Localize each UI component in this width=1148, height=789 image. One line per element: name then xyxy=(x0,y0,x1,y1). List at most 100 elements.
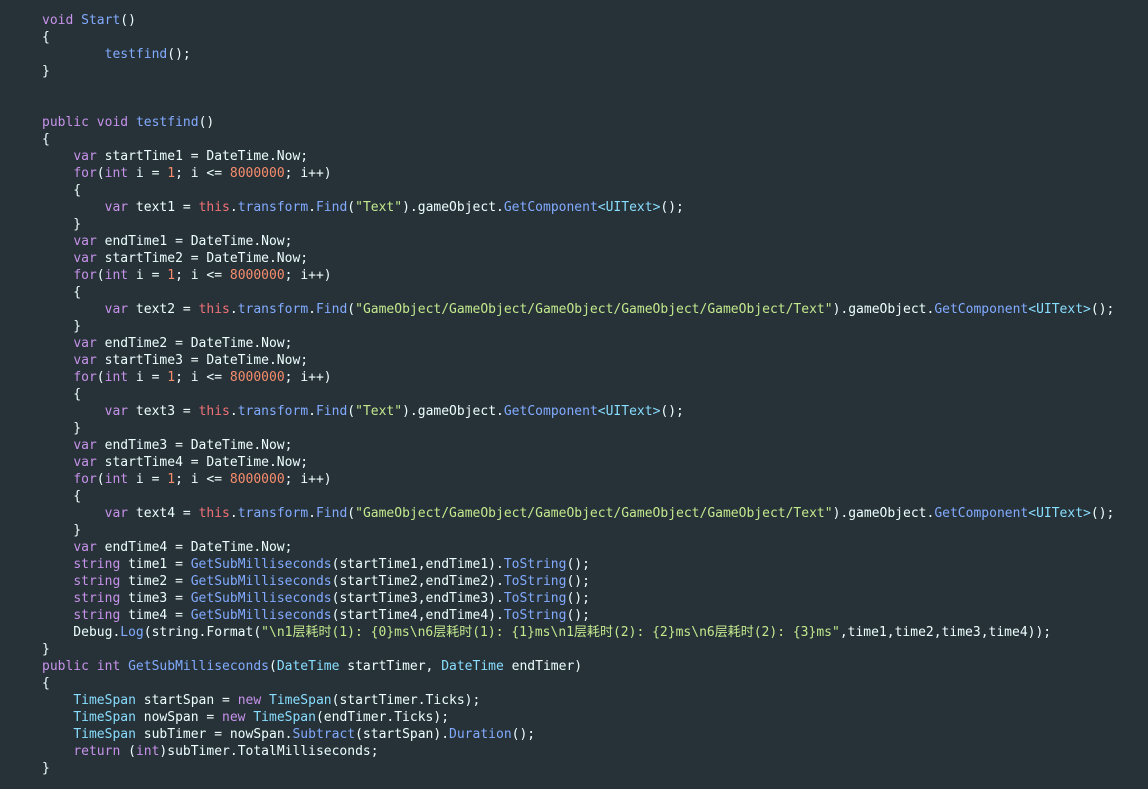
code-token: ( xyxy=(347,506,356,521)
code-token: ; i <= xyxy=(175,370,230,385)
code-editor[interactable]: void Start(){ testfind();} public void te… xyxy=(0,12,1148,789)
code-line: { xyxy=(0,29,1148,46)
code-token: 1 xyxy=(167,370,176,385)
code-token: endTime4 = DateTime.Now; xyxy=(96,540,293,555)
code-token: 8000000 xyxy=(229,268,285,283)
code-token: text4 = xyxy=(128,506,199,521)
code-token: } xyxy=(42,421,82,436)
code-line: var startTime4 = DateTime.Now; xyxy=(0,454,1148,471)
code-token: var xyxy=(73,455,97,470)
code-token: string xyxy=(73,557,121,572)
code-token: new xyxy=(237,693,262,708)
code-token: DateTime xyxy=(441,659,504,674)
code-token: text2 = xyxy=(128,302,199,317)
code-token: string xyxy=(73,608,121,623)
code-line: var startTime2 = DateTime.Now; xyxy=(0,250,1148,267)
code-token: subTimer = nowSpan. xyxy=(135,727,293,742)
code-token: Subtract xyxy=(292,727,356,742)
code-token: nowSpan = xyxy=(135,710,223,725)
code-token: time4 = xyxy=(120,608,191,623)
code-token: ( xyxy=(347,404,356,419)
code-token: (); xyxy=(566,608,590,623)
code-line: var text3 = this.transform.Find("Text").… xyxy=(0,403,1148,420)
code-line: { xyxy=(0,284,1148,301)
code-token: 8000000 xyxy=(229,472,285,487)
code-token: (endTimer.Ticks); xyxy=(315,710,450,725)
code-token: this xyxy=(198,200,230,215)
code-token: startTime1 = DateTime.Now; xyxy=(96,149,309,164)
code-line: for(int i = 1; i <= 8000000; i++) xyxy=(0,471,1148,488)
code-line: } xyxy=(0,63,1148,80)
code-line: string time4 = GetSubMilliseconds(startT… xyxy=(0,607,1148,624)
code-token: { xyxy=(42,30,50,45)
code-token: { xyxy=(42,132,50,147)
code-token: transform xyxy=(237,506,309,521)
code-token: ). xyxy=(402,200,418,215)
code-token: Find xyxy=(315,302,348,317)
code-token: startTimer, xyxy=(339,659,442,674)
code-token: int xyxy=(135,744,160,759)
code-token: startTime4 = DateTime.Now; xyxy=(96,455,309,470)
code-line: var text2 = this.transform.Find("GameObj… xyxy=(0,301,1148,318)
code-token: ( xyxy=(120,744,136,759)
code-token: endTimer) xyxy=(503,659,583,674)
code-line: { xyxy=(0,386,1148,403)
code-line: TimeSpan nowSpan = new TimeSpan(endTimer… xyxy=(0,709,1148,726)
code-token: (); xyxy=(167,47,191,62)
code-token: Find xyxy=(315,506,348,521)
code-token: this xyxy=(198,506,230,521)
code-token: (string.Format( xyxy=(143,625,262,640)
code-token: (startTime3,endTime3). xyxy=(331,591,504,606)
code-token: UIText xyxy=(1036,302,1084,317)
code-token: int xyxy=(104,370,129,385)
code-token: time2 = xyxy=(120,574,191,589)
code-token: var xyxy=(73,353,97,368)
code-token: int xyxy=(96,659,121,674)
code-line: { xyxy=(0,488,1148,505)
code-token: var xyxy=(104,302,129,317)
code-line: var startTime1 = DateTime.Now; xyxy=(0,148,1148,165)
code-token: "GameObject/GameObject/GameObject/GameOb… xyxy=(355,506,833,521)
code-token: (startTimer.Ticks); xyxy=(331,693,481,708)
code-token: () xyxy=(198,115,215,130)
code-token: ; i <= xyxy=(175,166,230,181)
code-token: GetSubMilliseconds xyxy=(190,591,332,606)
code-token: gameObject xyxy=(417,404,497,419)
code-token: return xyxy=(73,744,121,759)
code-token: . xyxy=(308,302,316,317)
code-line: var endTime3 = DateTime.Now; xyxy=(0,437,1148,454)
code-token: < xyxy=(1028,302,1037,317)
code-token: (); xyxy=(1090,302,1115,317)
code-token: TimeSpan xyxy=(73,693,136,708)
code-line: var endTime4 = DateTime.Now; xyxy=(0,539,1148,556)
code-token: gameObject xyxy=(417,200,497,215)
code-token: for xyxy=(73,268,97,283)
code-token: var xyxy=(73,336,97,351)
code-token: < xyxy=(597,200,606,215)
code-line: for(int i = 1; i <= 8000000; i++) xyxy=(0,165,1148,182)
code-token: var xyxy=(104,506,129,521)
code-token: i = xyxy=(128,268,168,283)
code-token: ( xyxy=(347,302,356,317)
code-token: )subTimer.TotalMilliseconds; xyxy=(159,744,379,759)
code-token: transform xyxy=(237,404,309,419)
code-token: (); xyxy=(1090,506,1115,521)
code-token: "GameObject/GameObject/GameObject/GameOb… xyxy=(355,302,833,317)
code-token: ,time1,time2,time3,time4)); xyxy=(839,625,1052,640)
code-token: ; i <= xyxy=(175,268,230,283)
code-line: string time3 = GetSubMilliseconds(startT… xyxy=(0,590,1148,607)
code-token: gameObject xyxy=(848,302,927,317)
